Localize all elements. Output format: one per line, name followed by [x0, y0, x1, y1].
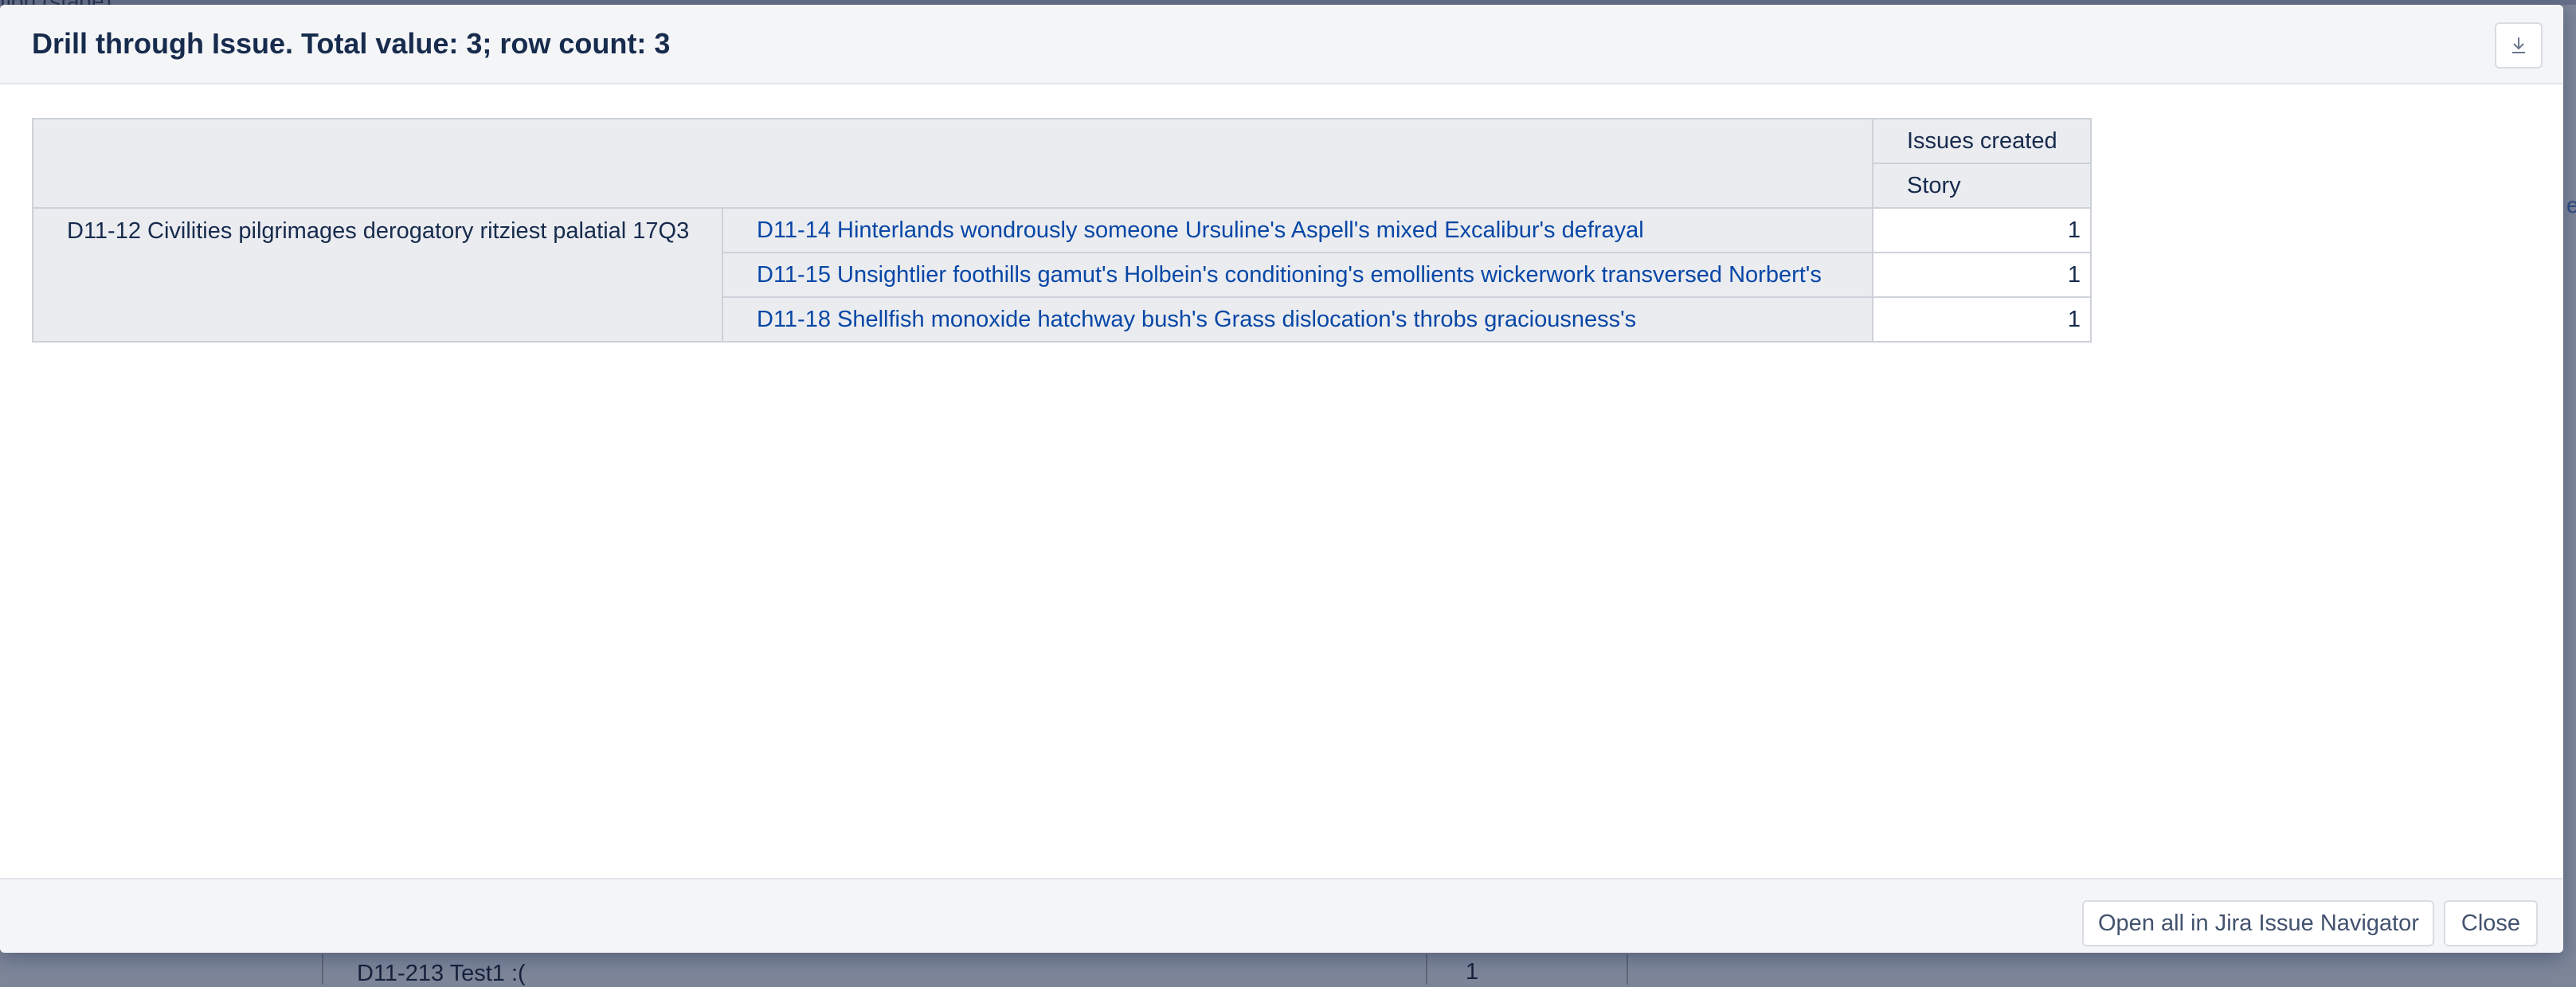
issue-link[interactable]: D11-18 Shellfish monoxide hatchway bush'…	[757, 307, 1636, 332]
value-cell: 1	[1872, 207, 2092, 253]
dialog-title: Drill through Issue. Total value: 3; row…	[32, 27, 671, 60]
background-row-value: 1	[1466, 959, 1479, 985]
header-row-measure: Issues created	[32, 118, 2092, 209]
measure-header: Issues created	[1872, 118, 2092, 164]
issue-link[interactable]: D11-15 Unsightlier foothills gamut's Hol…	[757, 262, 1822, 288]
open-in-issue-navigator-button[interactable]: Open all in Jira Issue Navigator	[2082, 900, 2434, 946]
background-row-label: D11-213 Test1 :(	[357, 961, 526, 986]
parent-issue-cell: D11-12 Civilities pilgrimages derogatory…	[32, 207, 723, 343]
issue-cell: D11-18 Shellfish monoxide hatchway bush'…	[722, 296, 1873, 343]
dialog-footer: Open all in Jira Issue Navigator Close	[0, 878, 2563, 953]
background-table-row: D11-213 Test1 :( 1	[322, 954, 1628, 986]
drill-through-table: Issues created Story D11-12 Civilities p…	[32, 118, 2092, 343]
download-icon	[2512, 37, 2525, 53]
issue-cell: D11-15 Unsightlier foothills gamut's Hol…	[722, 252, 1873, 298]
issue-link[interactable]: D11-14 Hinterlands wondrously someone Ur…	[757, 217, 1644, 243]
table-row: D11-12 Civilities pilgrimages derogatory…	[32, 207, 2092, 343]
background-right-text: e	[2566, 193, 2576, 217]
drill-through-dialog: Drill through Issue. Total value: 3; row…	[0, 5, 2563, 953]
issue-type-header: Story	[1872, 163, 2092, 209]
header-corner-cell	[32, 118, 1873, 209]
value-cell: 1	[1872, 252, 2092, 298]
issue-cell: D11-14 Hinterlands wondrously someone Ur…	[722, 207, 1873, 253]
value-cell: 1	[1872, 296, 2092, 343]
parent-issue-label: D11-12 Civilities pilgrimages derogatory…	[67, 218, 690, 244]
dialog-header: Drill through Issue. Total value: 3; row…	[0, 5, 2563, 84]
download-button[interactable]	[2495, 22, 2543, 69]
background-cell	[1426, 954, 1628, 985]
close-button[interactable]: Close	[2444, 900, 2538, 946]
